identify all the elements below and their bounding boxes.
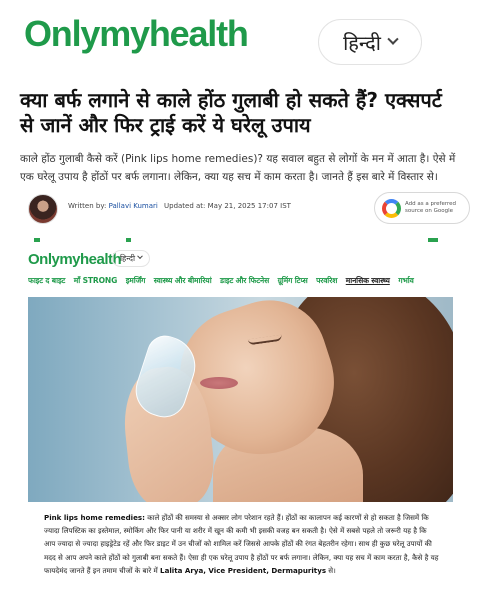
brand-logo[interactable]: Onlymyhealth [24, 16, 249, 52]
google-preferred-source-button[interactable]: Add as a preferred source on Google [374, 192, 470, 224]
caption-lead: Pink lips home remedies: [44, 513, 145, 522]
caption-expert: Lalita Arya, Vice President, Dermapurity… [160, 565, 327, 575]
accent-mark [428, 238, 438, 242]
byline-prefix: Written by: [68, 202, 107, 210]
language-label: हिन्दी [343, 30, 381, 55]
nav-item-parenting[interactable]: परवरिश [316, 276, 337, 286]
article-headline: क्या बर्फ लगाने से काले होंठ गुलाबी हो स… [20, 88, 442, 137]
embed-language-label: हिन्दी [119, 254, 136, 263]
updated-timestamp: Updated at: May 21, 2025 17:07 IST [164, 202, 291, 210]
nav-item-grooming-tips[interactable]: ग्रूमिंग टिप्स [278, 276, 308, 286]
hero-image-woman-with-ice [28, 297, 453, 502]
language-switch-button[interactable]: हिन्दी [318, 19, 422, 65]
author-link[interactable]: Pallavi Kumari [109, 202, 158, 210]
author-line: Written by: Pallavi Kumari [68, 202, 158, 210]
article-caption: Pink lips home remedies: काले होंठों की … [44, 511, 439, 577]
article-intro: काले होंठ गुलाबी कैसे करें (Pink lips ho… [20, 153, 456, 183]
hero-lips [200, 377, 238, 389]
nav-item-fight-the-bite[interactable]: फाइट द बाइट [28, 276, 65, 286]
site-header: Onlymyhealth हिन्दी [0, 0, 478, 82]
google-icon [382, 199, 401, 218]
nav-item-health-diseases[interactable]: स्वास्थ्य और बीमारियां [154, 276, 212, 286]
caption-end: से। [326, 565, 336, 575]
top-accent-bar [28, 238, 453, 244]
accent-mark [34, 238, 40, 242]
author-avatar[interactable] [28, 194, 58, 224]
chevron-down-icon [137, 252, 143, 259]
embed-brand-logo[interactable]: Onlymyhealth [28, 251, 122, 268]
google-badge-text: Add as a preferred source on Google [405, 201, 457, 214]
nav-item-emerging[interactable]: इमर्जिंग [126, 276, 146, 286]
embedded-article-screenshot: Onlymyhealth हिन्दी फाइट द बाइट माँ STRO… [28, 238, 453, 600]
embed-language-button[interactable]: हिन्दी [112, 250, 150, 267]
chevron-down-icon [387, 33, 399, 45]
accent-mark [126, 238, 131, 242]
nav-item-mental-health[interactable]: मानसिक स्वास्थ्य [346, 276, 390, 286]
nav-item-maa-strong[interactable]: माँ STRONG [74, 276, 118, 286]
nav-item-diet-fitness[interactable]: डाइट और फिटनेस [220, 276, 269, 286]
article-byline: Written by: Pallavi Kumari Updated at: M… [22, 192, 470, 224]
category-nav: फाइट द बाइट माँ STRONG इमर्जिंग स्वास्थ्… [28, 276, 453, 290]
nav-item-pregnancy[interactable]: गर्भाव [398, 276, 414, 286]
